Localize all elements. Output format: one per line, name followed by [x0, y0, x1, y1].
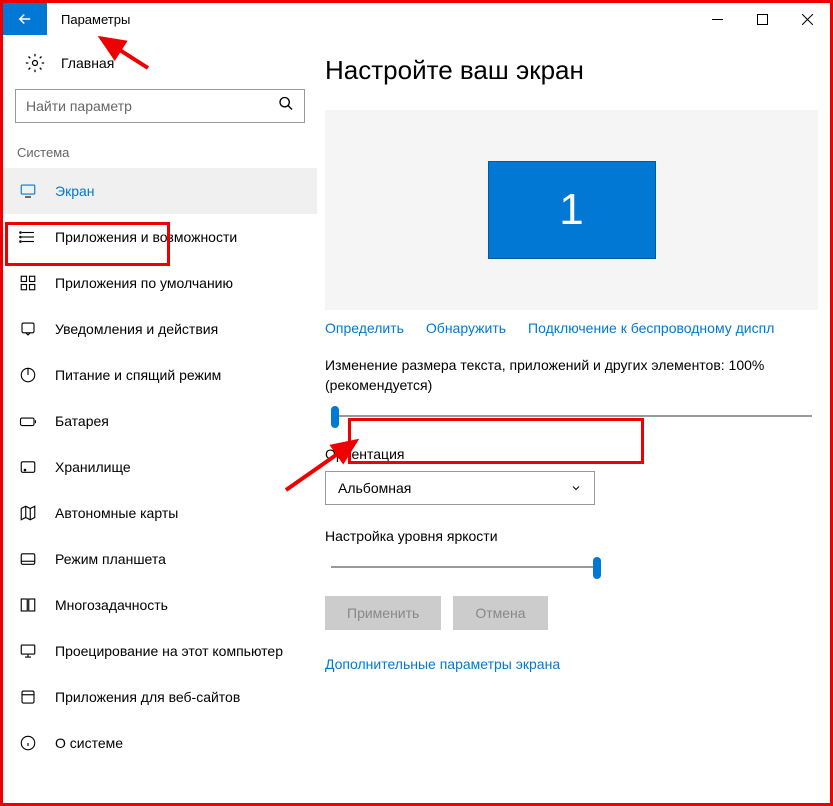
slider-track — [331, 415, 812, 417]
search-icon — [278, 96, 294, 117]
slider-thumb[interactable] — [331, 406, 339, 428]
web-apps-icon — [19, 688, 37, 706]
maximize-icon — [757, 14, 768, 25]
sidebar-item-multitask[interactable]: Многозадачность — [3, 582, 317, 628]
minimize-button[interactable] — [695, 5, 740, 33]
orientation-value: Альбомная — [338, 480, 411, 496]
storage-icon — [19, 458, 37, 476]
sidebar-item-label: Режим планшета — [55, 551, 166, 567]
battery-icon — [19, 412, 37, 430]
project-icon — [19, 642, 37, 660]
sidebar-item-display[interactable]: Экран — [3, 168, 317, 214]
sidebar-item-notifications[interactable]: Уведомления и действия — [3, 306, 317, 352]
close-button[interactable] — [785, 5, 830, 33]
sidebar-item-label: Проецирование на этот компьютер — [55, 643, 283, 659]
tablet-icon — [19, 550, 37, 568]
sidebar-home[interactable]: Главная — [3, 53, 317, 89]
sidebar-item-about[interactable]: О системе — [3, 720, 317, 766]
sidebar-home-label: Главная — [61, 55, 114, 71]
sidebar-item-label: О системе — [55, 735, 123, 751]
orientation-label: Ориентация — [325, 445, 818, 465]
orientation-combo[interactable]: Альбомная — [325, 471, 595, 505]
search-input-wrap[interactable] — [15, 89, 305, 123]
sidebar-item-label: Батарея — [55, 413, 109, 429]
back-button[interactable] — [3, 3, 47, 35]
sidebar-item-label: Экран — [55, 183, 95, 199]
power-icon — [19, 366, 37, 384]
sidebar-item-label: Приложения по умолчанию — [55, 275, 233, 291]
maximize-button[interactable] — [740, 5, 785, 33]
multitask-icon — [19, 596, 37, 614]
link-wireless[interactable]: Подключение к беспроводному диспл — [528, 320, 774, 336]
sidebar-item-power[interactable]: Питание и спящий режим — [3, 352, 317, 398]
scale-label: Изменение размера текста, приложений и д… — [325, 356, 818, 395]
sidebar-item-label: Приложения и возможности — [55, 229, 237, 245]
sidebar-item-battery[interactable]: Батарея — [3, 398, 317, 444]
content: Настройте ваш экран 1 Определить Обнаруж… — [317, 35, 830, 803]
titlebar: Параметры — [3, 3, 830, 35]
link-identify[interactable]: Определить — [325, 320, 404, 336]
sidebar-item-project[interactable]: Проецирование на этот компьютер — [3, 628, 317, 674]
link-detect[interactable]: Обнаружить — [426, 320, 506, 336]
maps-icon — [19, 504, 37, 522]
cancel-button[interactable]: Отмена — [453, 596, 547, 630]
sidebar-item-label: Питание и спящий режим — [55, 367, 221, 383]
minimize-icon — [712, 14, 723, 25]
sidebar-section-label: Система — [3, 135, 317, 168]
chevron-down-icon — [570, 482, 582, 494]
sidebar-item-default-apps[interactable]: Приложения по умолчанию — [3, 260, 317, 306]
sidebar-item-label: Многозадачность — [55, 597, 168, 613]
about-icon — [19, 734, 37, 752]
sidebar-item-apps[interactable]: Приложения и возможности — [3, 214, 317, 260]
sidebar-item-label: Уведомления и действия — [55, 321, 218, 337]
notifications-icon — [19, 320, 37, 338]
sidebar-item-maps[interactable]: Автономные карты — [3, 490, 317, 536]
brightness-label: Настройка уровня яркости — [325, 527, 818, 547]
gear-icon — [25, 53, 45, 73]
search-input[interactable] — [26, 98, 294, 114]
slider-track-b — [331, 566, 599, 568]
sidebar-item-label: Хранилище — [55, 459, 131, 475]
slider-thumb-b[interactable] — [593, 557, 601, 579]
scale-slider[interactable] — [325, 401, 818, 431]
display-icon — [19, 182, 37, 200]
arrow-left-icon — [16, 10, 34, 28]
apps-icon — [19, 228, 37, 246]
brightness-slider[interactable] — [325, 552, 605, 582]
sidebar-item-label: Автономные карты — [55, 505, 178, 521]
default-apps-icon — [19, 274, 37, 292]
window-controls — [695, 3, 830, 35]
sidebar-item-web-apps[interactable]: Приложения для веб-сайтов — [3, 674, 317, 720]
apply-button[interactable]: Применить — [325, 596, 441, 630]
sidebar: Главная Система Экран Приложения и возмож… — [3, 35, 317, 803]
sidebar-item-storage[interactable]: Хранилище — [3, 444, 317, 490]
monitor-1[interactable]: 1 — [488, 161, 656, 259]
monitor-preview: 1 — [325, 110, 818, 310]
page-title: Настройте ваш экран — [325, 55, 818, 86]
window-title: Параметры — [47, 3, 695, 35]
sidebar-item-tablet[interactable]: Режим планшета — [3, 536, 317, 582]
close-icon — [802, 14, 813, 25]
link-advanced-display[interactable]: Дополнительные параметры экрана — [325, 656, 818, 672]
sidebar-item-label: Приложения для веб-сайтов — [55, 689, 240, 705]
